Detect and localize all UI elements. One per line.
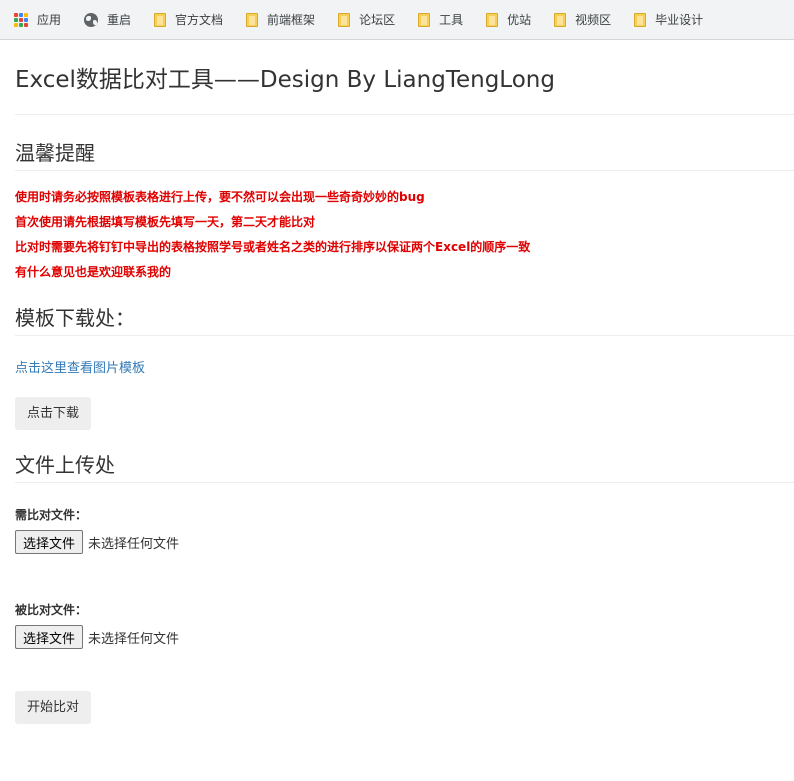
page-title: Excel数据比对工具——Design By LiangTengLong	[15, 40, 794, 115]
main-content: Excel数据比对工具——Design By LiangTengLong 温馨提…	[0, 40, 794, 724]
tip-line: 使用时请务必按照模板表格进行上传，要不然可以会出现一些奇奇妙妙的bug	[15, 190, 425, 204]
tips-list: 使用时请务必按照模板表格进行上传，要不然可以会出现一些奇奇妙妙的bug 首次使用…	[15, 185, 794, 285]
folder-icon	[554, 12, 567, 27]
template-heading: 模板下载处：	[15, 302, 794, 336]
folder-icon	[634, 12, 647, 27]
bookmark-folder-forums[interactable]: 论坛区	[338, 11, 395, 28]
bookmark-label: 重启	[107, 13, 132, 27]
compare-file-input: 选择文件 未选择任何文件	[15, 530, 794, 554]
bookmark-folder-docs[interactable]: 官方文档	[154, 11, 223, 28]
bookmark-folder-videos[interactable]: 视频区	[554, 11, 611, 28]
tip-line: 比对时需要先将钉钉中导出的表格按照学号或者姓名之类的进行排序以保证两个Excel…	[15, 240, 531, 254]
folder-icon	[246, 12, 259, 27]
compared-file-input: 选择文件 未选择任何文件	[15, 625, 794, 649]
bookmark-label: 论坛区	[359, 13, 396, 27]
view-template-link[interactable]: 点击这里查看图片模板	[15, 357, 794, 376]
folder-icon	[418, 12, 431, 27]
bookmark-apps[interactable]: 应用	[14, 11, 61, 28]
apps-icon	[14, 12, 28, 27]
choose-file-button[interactable]: 选择文件	[15, 625, 84, 649]
file-status-text: 未选择任何文件	[88, 536, 180, 552]
folder-icon	[154, 12, 167, 27]
bookmark-restart[interactable]: 重启	[84, 11, 131, 28]
bookmark-label: 前端框架	[267, 13, 316, 27]
bookmark-label: 优站	[507, 13, 532, 27]
bookmark-folder-tools[interactable]: 工具	[418, 11, 463, 28]
bookmark-label: 工具	[439, 13, 464, 27]
tip-line: 有什么意见也是欢迎联系我的	[15, 265, 172, 279]
bookmark-label: 视频区	[575, 13, 612, 27]
choose-file-button[interactable]: 选择文件	[15, 530, 84, 554]
folder-icon	[486, 12, 499, 27]
bookmark-label: 官方文档	[175, 13, 224, 27]
bookmark-folder-sites[interactable]: 优站	[486, 11, 531, 28]
upload-heading: 文件上传处	[15, 449, 794, 483]
bookmark-folder-graduation[interactable]: 毕业设计	[634, 11, 703, 28]
compared-file-label: 被比对文件：	[15, 603, 88, 617]
file-status-text: 未选择任何文件	[88, 631, 180, 647]
tips-heading: 温馨提醒	[15, 137, 794, 171]
globe-icon	[84, 12, 99, 27]
bookmark-label: 应用	[37, 13, 62, 27]
download-button[interactable]: 点击下载	[15, 397, 92, 430]
folder-icon	[338, 12, 351, 27]
tip-line: 首次使用请先根据填写模板先填写一天，第二天才能比对	[15, 215, 316, 229]
bookmarks-bar: 应用 重启 官方文档 前端框架 论坛区 工具 优站 视频区 毕业设计	[0, 0, 794, 40]
start-compare-button[interactable]: 开始比对	[15, 691, 92, 724]
compare-file-label: 需比对文件：	[15, 508, 88, 522]
bookmark-folder-frameworks[interactable]: 前端框架	[246, 11, 315, 28]
bookmark-label: 毕业设计	[655, 13, 704, 27]
